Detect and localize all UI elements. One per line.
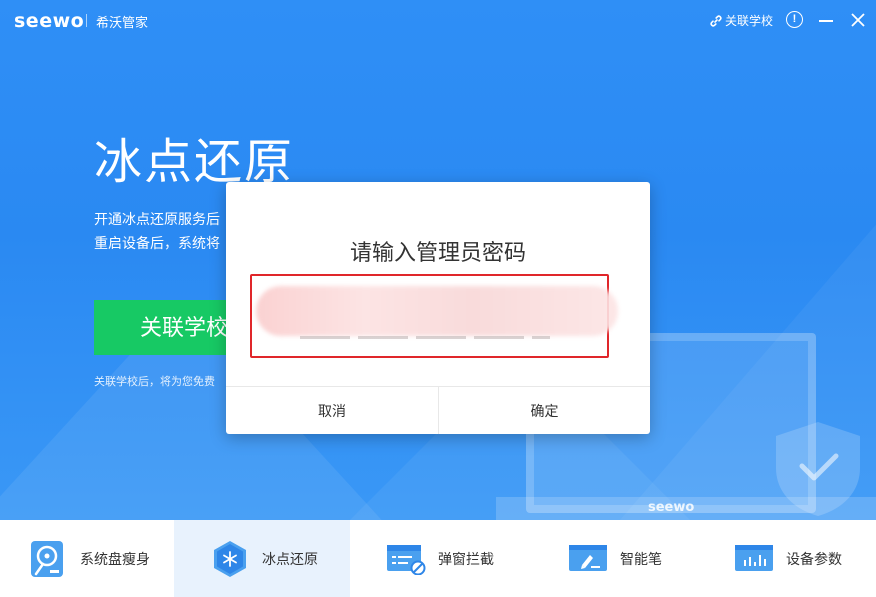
nav-label: 冰点还原 [262, 550, 318, 567]
bottom-nav: 系统盘瘦身 冰点还原 弹窗拦截 智能笔 设备参数 [0, 520, 876, 597]
dialog-title: 请输入管理员密码 [349, 240, 526, 265]
nav-label: 系统盘瘦身 [80, 550, 150, 567]
password-dialog: 请输入管理员密码 取消 确定 [226, 182, 650, 434]
popup-block-icon [387, 544, 426, 575]
password-input[interactable] [256, 285, 618, 337]
nav-item-smart-pen[interactable]: 智能笔 [530, 520, 698, 597]
snowflake-hexagon-icon [214, 540, 246, 577]
nav-label: 智能笔 [620, 550, 662, 567]
smart-pen-icon [569, 544, 607, 571]
device-params-icon [735, 544, 773, 571]
nav-label: 设备参数 [786, 550, 842, 567]
confirm-button[interactable]: 确定 [439, 387, 650, 434]
disk-icon [31, 540, 63, 577]
cancel-button[interactable]: 取消 [226, 387, 438, 434]
nav-item-device-params[interactable]: 设备参数 [698, 520, 876, 597]
nav-item-popup-block[interactable]: 弹窗拦截 [350, 520, 530, 597]
nav-label: 弹窗拦截 [438, 550, 494, 567]
nav-item-disk-slim[interactable]: 系统盘瘦身 [0, 520, 174, 597]
nav-item-freeze-restore[interactable]: 冰点还原 [174, 520, 350, 597]
